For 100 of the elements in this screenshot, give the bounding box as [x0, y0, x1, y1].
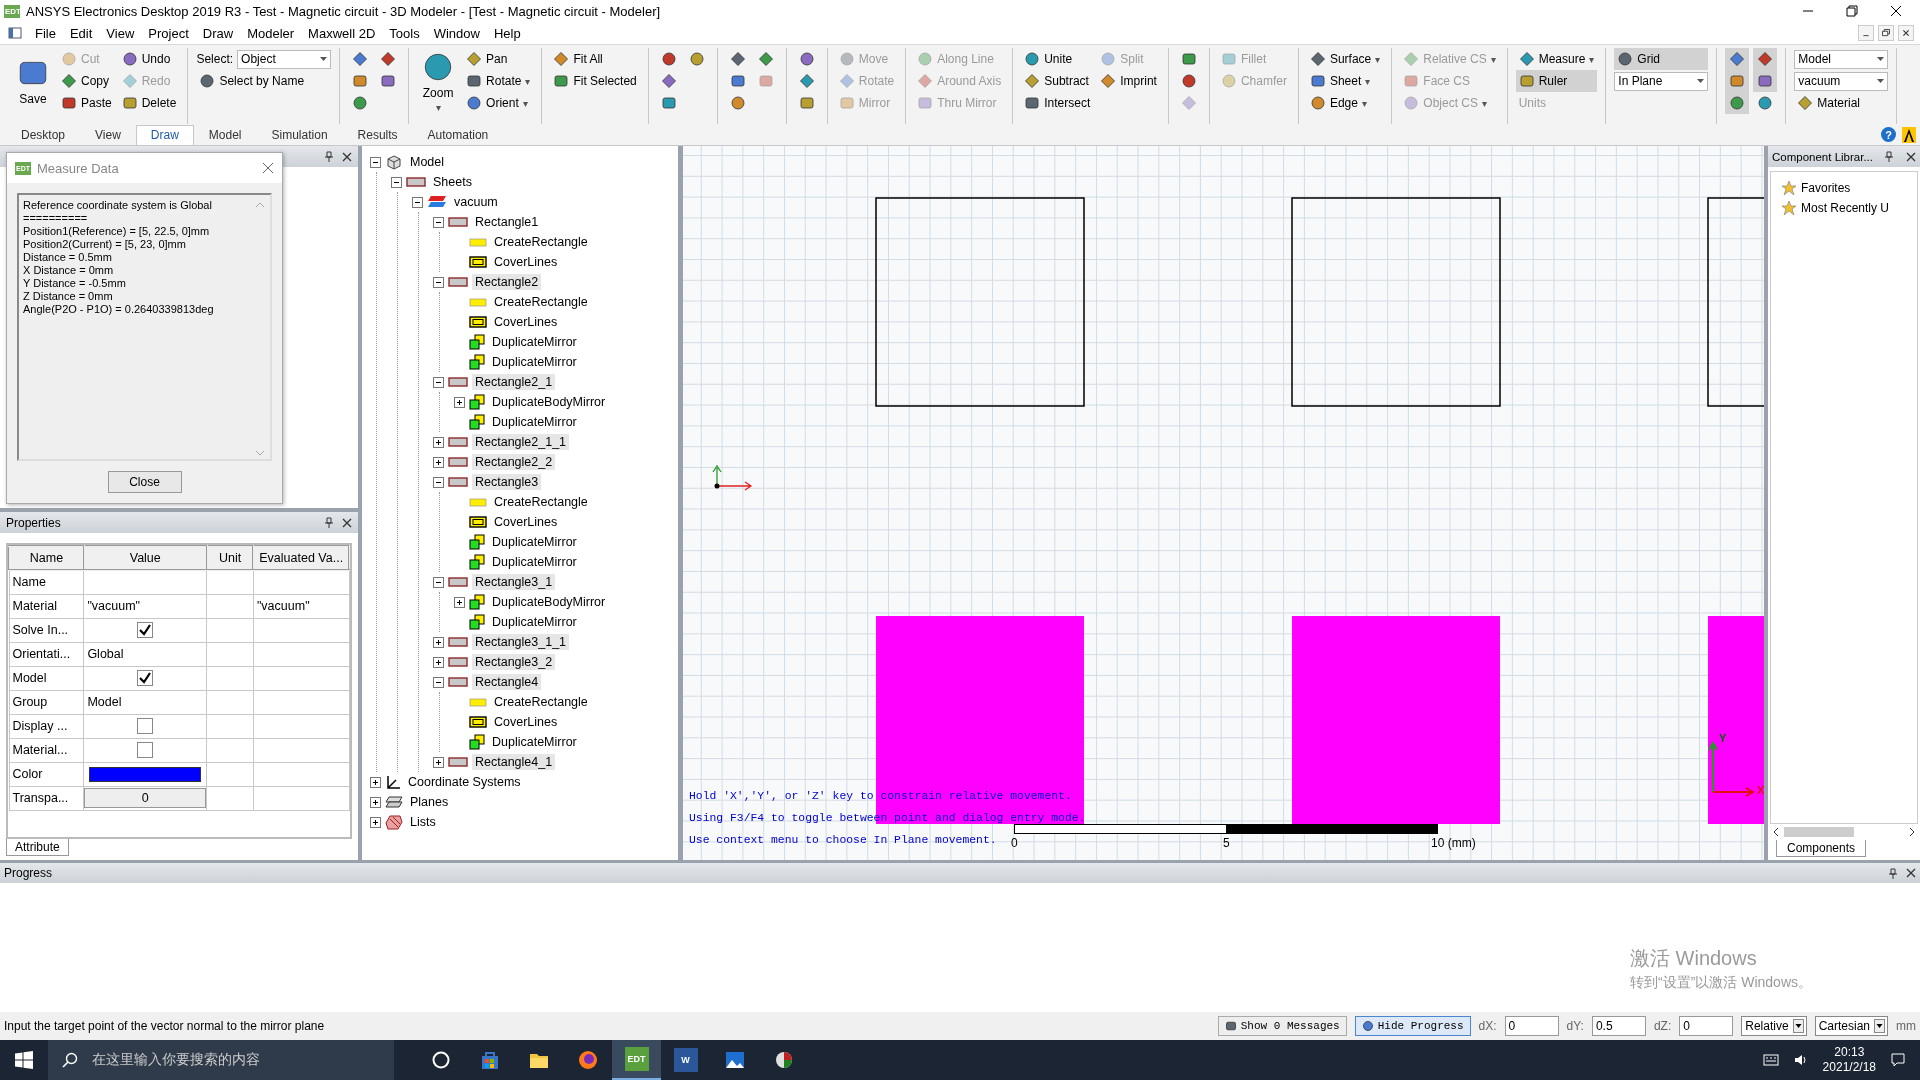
toolbar-button[interactable]: Pan [463, 48, 534, 70]
ribbon-tab[interactable]: View [80, 125, 136, 145]
toolbar-button[interactable]: Fit Selected [550, 70, 640, 92]
checkbox[interactable] [137, 718, 154, 734]
close-icon[interactable] [1906, 151, 1916, 162]
tree-item[interactable]: CreateRectangle [491, 294, 591, 310]
menu-item[interactable]: View [99, 23, 142, 43]
help-button[interactable]: ? [1881, 127, 1896, 142]
tree-item[interactable]: Rectangle4_1 [472, 754, 556, 770]
tree-item[interactable]: vacuum [451, 194, 501, 210]
tree-item[interactable]: Lists [407, 814, 439, 830]
pin-icon[interactable] [1888, 867, 1898, 879]
toolbar-button[interactable]: Subtract [1021, 70, 1094, 92]
tree-item[interactable]: DuplicateBodyMirror [489, 394, 609, 410]
value-button[interactable]: 0 [84, 788, 207, 808]
menu-item[interactable]: File [28, 23, 63, 43]
status-button[interactable]: Hide Progress [1354, 1016, 1471, 1036]
ribbon-tab[interactable]: Draw [135, 125, 194, 145]
expand-icon[interactable] [433, 656, 444, 668]
toggle-button[interactable] [1725, 48, 1750, 70]
pin-icon[interactable] [324, 151, 334, 162]
search-field[interactable]: 在这里输入你要搜索的内容 [48, 1040, 394, 1080]
toolbar-button[interactable]: Measure ▾ [1515, 48, 1598, 70]
dropdown-field[interactable]: In Plane [1614, 71, 1709, 91]
ribbon-tab[interactable]: Desktop [6, 125, 81, 145]
menu-item[interactable]: Draw [195, 23, 241, 43]
tree-item[interactable]: Most Recently U [1801, 201, 1890, 215]
expand-icon[interactable] [433, 436, 444, 448]
close-icon[interactable] [1906, 868, 1916, 878]
column-header[interactable]: Evaluated Va... [253, 546, 349, 570]
collapse-icon[interactable] [433, 276, 444, 288]
restore-icon[interactable] [1846, 5, 1858, 17]
toggle-button[interactable] [1753, 70, 1778, 92]
tree-item[interactable]: Rectangle3_2 [472, 654, 556, 670]
toolbar-button[interactable]: Edge ▾ [1306, 92, 1384, 114]
tree-item[interactable]: Sheets [430, 174, 475, 190]
expand-icon[interactable] [433, 456, 444, 468]
expand-icon[interactable] [433, 636, 444, 648]
keyboard-icon[interactable] [1762, 1052, 1779, 1068]
clock-date[interactable]: 2021/2/18 [1822, 1060, 1876, 1075]
checkbox[interactable] [137, 742, 154, 758]
ribbon-tab[interactable]: Automation [412, 125, 504, 145]
expand-icon[interactable] [370, 796, 381, 808]
collapse-icon[interactable] [433, 376, 444, 388]
menu-item[interactable]: Project [141, 23, 196, 43]
speaker-icon[interactable] [1792, 1052, 1809, 1068]
menu-item[interactable]: Edit [62, 23, 100, 43]
expand-icon[interactable] [370, 776, 381, 788]
collapse-icon[interactable] [433, 676, 444, 688]
toolbar-button[interactable]: Save [12, 48, 54, 114]
collapse-icon[interactable] [391, 176, 402, 188]
toolbar-button[interactable]: Unite [1021, 48, 1094, 70]
pin-icon[interactable] [1884, 151, 1894, 162]
tree-item[interactable]: DuplicateMirror [489, 554, 580, 570]
clock-time[interactable]: 20:13 [1834, 1045, 1865, 1060]
pin-icon[interactable] [324, 517, 334, 528]
tree-item[interactable]: Model [407, 154, 448, 170]
toggle-button[interactable]: Grid [1614, 48, 1709, 70]
input-field[interactable]: 0.5 [1591, 1016, 1646, 1036]
toolbar-button[interactable]: Sheet ▾ [1306, 70, 1384, 92]
toolbar-button[interactable]: Material [1794, 92, 1889, 114]
tree-item[interactable]: Rectangle3 [472, 474, 542, 490]
toolbar-button[interactable]: Select by Name [196, 70, 332, 92]
tree-item[interactable]: Rectangle3_1_1 [472, 634, 570, 650]
dropdown-field[interactable]: Relative [1741, 1016, 1807, 1036]
collapse-icon[interactable] [370, 156, 381, 168]
checkbox[interactable] [137, 622, 154, 638]
tree-item[interactable]: DuplicateBodyMirror [489, 594, 609, 610]
menu-item[interactable]: Tools [382, 23, 427, 43]
tree-item[interactable]: Coordinate Systems [405, 774, 524, 790]
tree-item[interactable]: DuplicateMirror [489, 614, 580, 630]
input-field[interactable]: 0 [1679, 1016, 1734, 1036]
tree-item[interactable]: DuplicateMirror [489, 534, 580, 550]
collapse-icon[interactable] [433, 216, 444, 228]
checkbox[interactable] [137, 670, 154, 686]
input-field[interactable]: 0 [1504, 1016, 1559, 1036]
collapse-icon[interactable] [433, 476, 444, 488]
tree-item[interactable]: CoverLines [491, 714, 561, 730]
tree-item[interactable]: Rectangle3_1 [472, 574, 556, 590]
toolbar-button[interactable]: Delete [118, 92, 180, 114]
dropdown-field[interactable]: Model [1794, 49, 1889, 69]
ribbon-tab[interactable]: Simulation [256, 125, 343, 145]
toolbar-button[interactable]: Copy [58, 70, 115, 92]
column-header[interactable]: Value [83, 546, 207, 570]
toolbar-button[interactable]: Paste [58, 92, 115, 114]
panel-tab[interactable]: Components [1776, 840, 1867, 857]
tree-item[interactable]: DuplicateMirror [489, 354, 580, 370]
ribbon-tab[interactable]: Model [193, 125, 257, 145]
tree-item[interactable]: Planes [407, 794, 452, 810]
tree-item[interactable]: CoverLines [491, 314, 561, 330]
expand-icon[interactable] [454, 396, 465, 408]
tree-item[interactable]: DuplicateMirror [489, 334, 580, 350]
toolbar-button[interactable]: Imprint [1097, 70, 1160, 92]
tree-item[interactable]: Rectangle2_1 [472, 374, 556, 390]
toolbar-button[interactable]: Surface ▾ [1306, 48, 1384, 70]
dropdown-field[interactable]: vacuum [1794, 71, 1889, 91]
toolbar-button[interactable]: Zoom ▾ [417, 48, 460, 114]
toggle-button[interactable] [1753, 48, 1778, 70]
status-button[interactable]: Show 0 Messages [1217, 1016, 1347, 1036]
collapse-icon[interactable] [412, 196, 423, 208]
